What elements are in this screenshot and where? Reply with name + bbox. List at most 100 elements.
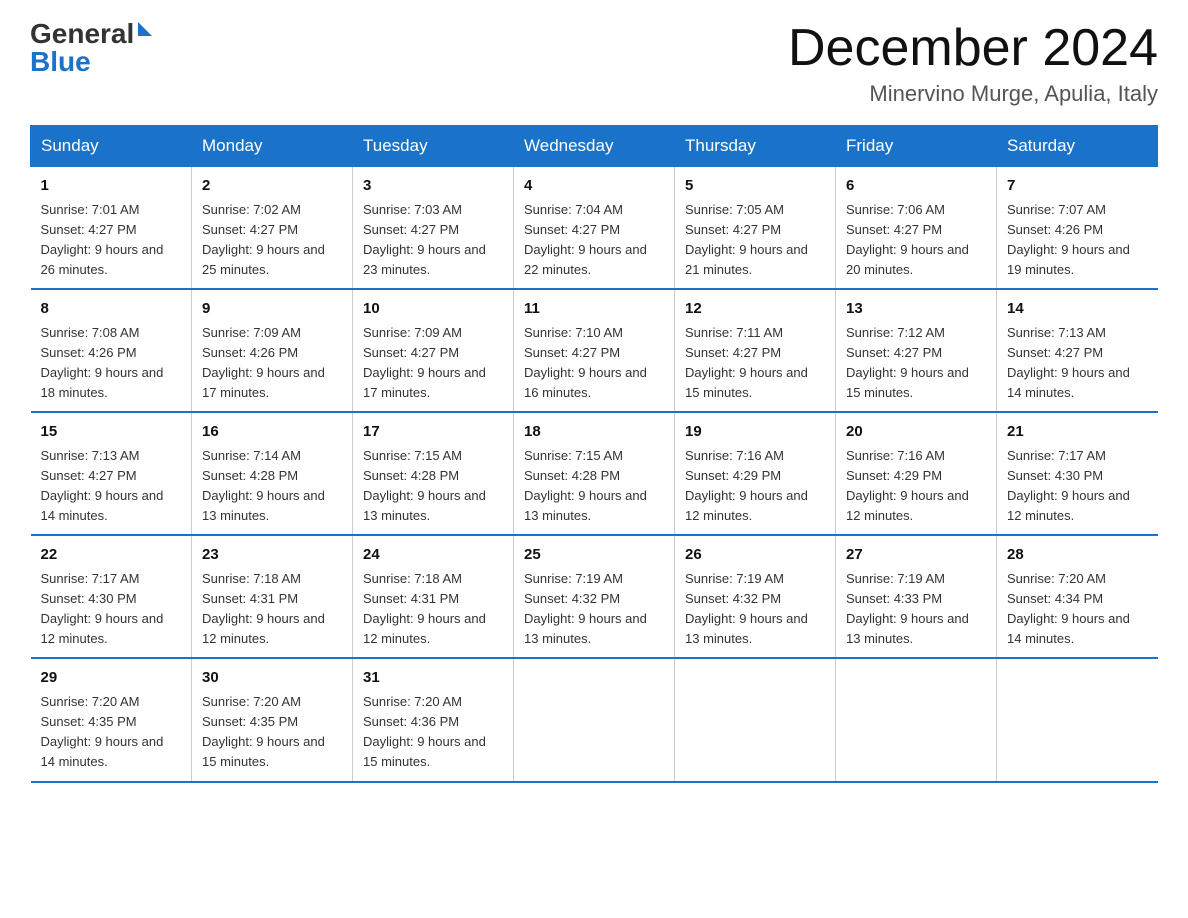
calendar-header: SundayMondayTuesdayWednesdayThursdayFrid… xyxy=(31,126,1158,167)
day-info: Sunrise: 7:07 AMSunset: 4:26 PMDaylight:… xyxy=(1007,200,1148,281)
header-row: SundayMondayTuesdayWednesdayThursdayFrid… xyxy=(31,126,1158,167)
calendar-cell: 19Sunrise: 7:16 AMSunset: 4:29 PMDayligh… xyxy=(675,412,836,535)
calendar-cell: 12Sunrise: 7:11 AMSunset: 4:27 PMDayligh… xyxy=(675,289,836,412)
day-info: Sunrise: 7:03 AMSunset: 4:27 PMDaylight:… xyxy=(363,200,503,281)
calendar-cell: 21Sunrise: 7:17 AMSunset: 4:30 PMDayligh… xyxy=(997,412,1158,535)
day-info: Sunrise: 7:18 AMSunset: 4:31 PMDaylight:… xyxy=(363,569,503,650)
day-info: Sunrise: 7:09 AMSunset: 4:27 PMDaylight:… xyxy=(363,323,503,404)
day-info: Sunrise: 7:16 AMSunset: 4:29 PMDaylight:… xyxy=(685,446,825,527)
calendar-cell: 23Sunrise: 7:18 AMSunset: 4:31 PMDayligh… xyxy=(192,535,353,658)
day-number: 26 xyxy=(685,544,825,567)
day-info: Sunrise: 7:10 AMSunset: 4:27 PMDaylight:… xyxy=(524,323,664,404)
day-info: Sunrise: 7:19 AMSunset: 4:32 PMDaylight:… xyxy=(524,569,664,650)
day-number: 4 xyxy=(524,175,664,198)
calendar-cell: 16Sunrise: 7:14 AMSunset: 4:28 PMDayligh… xyxy=(192,412,353,535)
calendar-cell: 2Sunrise: 7:02 AMSunset: 4:27 PMDaylight… xyxy=(192,167,353,290)
calendar-cell: 5Sunrise: 7:05 AMSunset: 4:27 PMDaylight… xyxy=(675,167,836,290)
day-number: 1 xyxy=(41,175,182,198)
day-number: 6 xyxy=(846,175,986,198)
calendar-cell: 28Sunrise: 7:20 AMSunset: 4:34 PMDayligh… xyxy=(997,535,1158,658)
header-cell-wednesday: Wednesday xyxy=(514,126,675,167)
calendar-cell: 31Sunrise: 7:20 AMSunset: 4:36 PMDayligh… xyxy=(353,658,514,781)
day-number: 25 xyxy=(524,544,664,567)
calendar-cell xyxy=(997,658,1158,781)
calendar-cell xyxy=(836,658,997,781)
calendar-cell: 30Sunrise: 7:20 AMSunset: 4:35 PMDayligh… xyxy=(192,658,353,781)
calendar-table: SundayMondayTuesdayWednesdayThursdayFrid… xyxy=(30,125,1158,782)
calendar-cell: 15Sunrise: 7:13 AMSunset: 4:27 PMDayligh… xyxy=(31,412,192,535)
day-info: Sunrise: 7:20 AMSunset: 4:35 PMDaylight:… xyxy=(202,692,342,773)
day-info: Sunrise: 7:15 AMSunset: 4:28 PMDaylight:… xyxy=(524,446,664,527)
day-info: Sunrise: 7:09 AMSunset: 4:26 PMDaylight:… xyxy=(202,323,342,404)
logo-triangle-icon xyxy=(138,22,152,36)
calendar-cell: 11Sunrise: 7:10 AMSunset: 4:27 PMDayligh… xyxy=(514,289,675,412)
calendar-cell: 20Sunrise: 7:16 AMSunset: 4:29 PMDayligh… xyxy=(836,412,997,535)
day-number: 20 xyxy=(846,421,986,444)
calendar-cell: 6Sunrise: 7:06 AMSunset: 4:27 PMDaylight… xyxy=(836,167,997,290)
day-number: 15 xyxy=(41,421,182,444)
day-info: Sunrise: 7:02 AMSunset: 4:27 PMDaylight:… xyxy=(202,200,342,281)
calendar-cell xyxy=(675,658,836,781)
day-info: Sunrise: 7:06 AMSunset: 4:27 PMDaylight:… xyxy=(846,200,986,281)
calendar-cell: 7Sunrise: 7:07 AMSunset: 4:26 PMDaylight… xyxy=(997,167,1158,290)
calendar-cell: 17Sunrise: 7:15 AMSunset: 4:28 PMDayligh… xyxy=(353,412,514,535)
calendar-body: 1Sunrise: 7:01 AMSunset: 4:27 PMDaylight… xyxy=(31,167,1158,782)
calendar-cell: 13Sunrise: 7:12 AMSunset: 4:27 PMDayligh… xyxy=(836,289,997,412)
day-info: Sunrise: 7:17 AMSunset: 4:30 PMDaylight:… xyxy=(41,569,182,650)
day-number: 22 xyxy=(41,544,182,567)
calendar-cell xyxy=(514,658,675,781)
day-info: Sunrise: 7:17 AMSunset: 4:30 PMDaylight:… xyxy=(1007,446,1148,527)
calendar-cell: 3Sunrise: 7:03 AMSunset: 4:27 PMDaylight… xyxy=(353,167,514,290)
day-number: 18 xyxy=(524,421,664,444)
month-title: December 2024 xyxy=(788,20,1158,77)
day-info: Sunrise: 7:20 AMSunset: 4:36 PMDaylight:… xyxy=(363,692,503,773)
logo: General Blue xyxy=(30,20,152,76)
day-info: Sunrise: 7:20 AMSunset: 4:35 PMDaylight:… xyxy=(41,692,182,773)
day-number: 17 xyxy=(363,421,503,444)
header-cell-tuesday: Tuesday xyxy=(353,126,514,167)
day-info: Sunrise: 7:08 AMSunset: 4:26 PMDaylight:… xyxy=(41,323,182,404)
calendar-week-row: 29Sunrise: 7:20 AMSunset: 4:35 PMDayligh… xyxy=(31,658,1158,781)
day-number: 8 xyxy=(41,298,182,321)
header-cell-friday: Friday xyxy=(836,126,997,167)
day-number: 24 xyxy=(363,544,503,567)
day-info: Sunrise: 7:14 AMSunset: 4:28 PMDaylight:… xyxy=(202,446,342,527)
page-header: General Blue December 2024 Minervino Mur… xyxy=(30,20,1158,107)
calendar-week-row: 1Sunrise: 7:01 AMSunset: 4:27 PMDaylight… xyxy=(31,167,1158,290)
calendar-cell: 1Sunrise: 7:01 AMSunset: 4:27 PMDaylight… xyxy=(31,167,192,290)
calendar-cell: 10Sunrise: 7:09 AMSunset: 4:27 PMDayligh… xyxy=(353,289,514,412)
day-number: 2 xyxy=(202,175,342,198)
day-number: 31 xyxy=(363,667,503,690)
day-number: 16 xyxy=(202,421,342,444)
day-number: 9 xyxy=(202,298,342,321)
calendar-cell: 29Sunrise: 7:20 AMSunset: 4:35 PMDayligh… xyxy=(31,658,192,781)
calendar-week-row: 15Sunrise: 7:13 AMSunset: 4:27 PMDayligh… xyxy=(31,412,1158,535)
day-info: Sunrise: 7:13 AMSunset: 4:27 PMDaylight:… xyxy=(1007,323,1148,404)
calendar-cell: 26Sunrise: 7:19 AMSunset: 4:32 PMDayligh… xyxy=(675,535,836,658)
calendar-week-row: 8Sunrise: 7:08 AMSunset: 4:26 PMDaylight… xyxy=(31,289,1158,412)
calendar-cell: 4Sunrise: 7:04 AMSunset: 4:27 PMDaylight… xyxy=(514,167,675,290)
day-info: Sunrise: 7:11 AMSunset: 4:27 PMDaylight:… xyxy=(685,323,825,404)
day-info: Sunrise: 7:15 AMSunset: 4:28 PMDaylight:… xyxy=(363,446,503,527)
day-number: 27 xyxy=(846,544,986,567)
header-cell-sunday: Sunday xyxy=(31,126,192,167)
header-cell-monday: Monday xyxy=(192,126,353,167)
day-number: 28 xyxy=(1007,544,1148,567)
day-number: 21 xyxy=(1007,421,1148,444)
day-number: 14 xyxy=(1007,298,1148,321)
day-number: 12 xyxy=(685,298,825,321)
day-number: 13 xyxy=(846,298,986,321)
calendar-cell: 25Sunrise: 7:19 AMSunset: 4:32 PMDayligh… xyxy=(514,535,675,658)
header-cell-thursday: Thursday xyxy=(675,126,836,167)
day-number: 11 xyxy=(524,298,664,321)
day-info: Sunrise: 7:12 AMSunset: 4:27 PMDaylight:… xyxy=(846,323,986,404)
day-number: 23 xyxy=(202,544,342,567)
logo-general: General xyxy=(30,20,134,48)
day-info: Sunrise: 7:13 AMSunset: 4:27 PMDaylight:… xyxy=(41,446,182,527)
day-number: 29 xyxy=(41,667,182,690)
day-number: 5 xyxy=(685,175,825,198)
day-info: Sunrise: 7:04 AMSunset: 4:27 PMDaylight:… xyxy=(524,200,664,281)
calendar-cell: 14Sunrise: 7:13 AMSunset: 4:27 PMDayligh… xyxy=(997,289,1158,412)
day-info: Sunrise: 7:19 AMSunset: 4:33 PMDaylight:… xyxy=(846,569,986,650)
day-info: Sunrise: 7:16 AMSunset: 4:29 PMDaylight:… xyxy=(846,446,986,527)
